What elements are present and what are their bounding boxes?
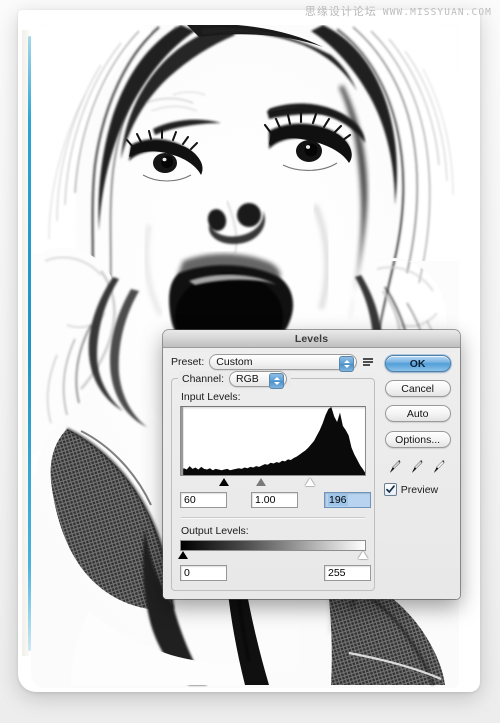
preset-row: Preset: Custom	[171, 354, 375, 372]
preset-stepper-arrows[interactable]	[339, 356, 355, 372]
set-white-point-eyedropper[interactable]	[433, 459, 446, 474]
output-highlight-value: 255	[328, 566, 346, 579]
input-shadow-field[interactable]: 60	[180, 491, 227, 508]
dialog-titlebar[interactable]: Levels	[163, 330, 460, 348]
dialog-title: Levels	[294, 332, 329, 345]
input-gamma-slider[interactable]	[256, 478, 267, 486]
channel-dropdown[interactable]: RGB	[229, 371, 288, 389]
channel-label: Channel:	[182, 373, 225, 385]
preset-label: Preset:	[171, 356, 205, 368]
set-black-point-eyedropper[interactable]	[389, 459, 402, 474]
options-button[interactable]: Options...	[384, 431, 451, 448]
dialog-body: Preset: Custom Channel: RGB Input Levels…	[163, 348, 460, 599]
dialog-right-column: OK Cancel Auto Options... Preview	[382, 354, 453, 591]
auto-button[interactable]: Auto	[384, 405, 451, 422]
output-gradient-bar	[180, 540, 367, 551]
ok-button-label: OK	[409, 357, 426, 370]
histogram	[180, 406, 367, 476]
input-shadow-value: 60	[184, 493, 196, 506]
input-black-point-slider[interactable]	[218, 478, 229, 486]
input-white-point-slider[interactable]	[305, 478, 316, 486]
cancel-button-label: Cancel	[401, 382, 434, 395]
output-highlight-field[interactable]: 255	[324, 564, 371, 581]
watermark: 思缘设计论坛 WWW.MISSYUAN.COM	[305, 3, 492, 19]
preset-dropdown[interactable]: Custom	[209, 354, 358, 372]
set-gray-point-eyedropper[interactable]	[411, 459, 424, 474]
ok-button[interactable]: OK	[384, 355, 451, 372]
output-shadow-field[interactable]: 0	[180, 564, 227, 581]
output-white-point-slider[interactable]	[358, 551, 369, 559]
input-gamma-value: 1.00	[255, 493, 276, 506]
input-highlight-value: 196	[328, 493, 348, 506]
cancel-button[interactable]: Cancel	[384, 380, 451, 397]
preset-options-menu-icon[interactable]	[362, 356, 375, 368]
watermark-url-text: WWW.MISSYUAN.COM	[382, 7, 492, 18]
channel-stepper-arrows[interactable]	[269, 373, 285, 389]
input-levels-fields: 60 1.00 196	[180, 491, 371, 508]
input-gamma-field[interactable]: 1.00	[251, 491, 298, 508]
section-divider	[181, 517, 366, 519]
watermark-cn-text: 思缘设计论坛	[304, 5, 377, 18]
dialog-left-column: Preset: Custom Channel: RGB Input Levels…	[171, 354, 376, 591]
output-levels-slider[interactable]	[178, 551, 369, 561]
output-levels-label: Output Levels:	[181, 525, 249, 537]
preview-row[interactable]: Preview	[381, 483, 455, 496]
preview-label: Preview	[400, 483, 439, 496]
eyedropper-group	[382, 459, 453, 474]
preset-value: Custom	[216, 356, 253, 368]
channel-value: RGB	[236, 373, 259, 385]
input-levels-label: Input Levels:	[181, 391, 241, 403]
output-shadow-value: 0	[184, 566, 190, 579]
output-levels-fields: 0 255	[180, 564, 371, 581]
channel-row: Channel: RGB	[178, 371, 292, 389]
auto-button-label: Auto	[406, 407, 429, 420]
input-highlight-field[interactable]: 196	[324, 491, 371, 508]
output-black-point-slider[interactable]	[178, 551, 188, 559]
levels-groupbox: Channel: RGB Input Levels: 60 1.00 196 O…	[171, 371, 376, 591]
preview-checkbox[interactable]	[383, 483, 397, 496]
levels-dialog[interactable]: Levels Preset: Custom Channel: RGB Input…	[163, 330, 460, 599]
page-background: 思缘设计论坛 WWW.MISSYUAN.COM Levels Preset: C…	[0, 0, 500, 723]
options-button-label: Options...	[395, 433, 441, 446]
input-levels-slider[interactable]	[180, 477, 366, 488]
